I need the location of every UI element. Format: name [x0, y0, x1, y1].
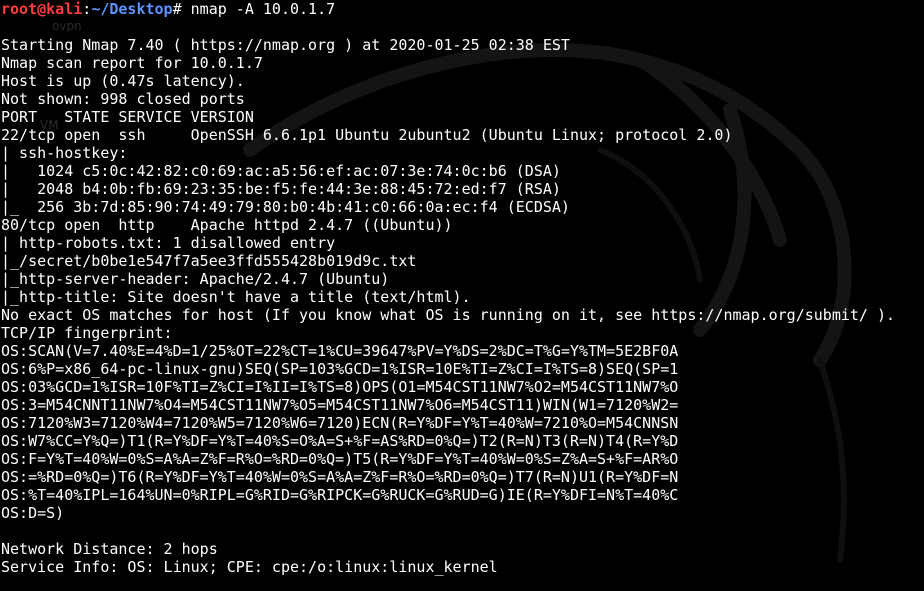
output-line: 22/tcp open ssh OpenSSH 6.6.1p1 Ubuntu 2… [1, 126, 733, 144]
output-line: Host is up (0.47s latency). [1, 72, 245, 90]
output-line: |_ 256 3b:7d:85:90:74:49:79:80:b0:4b:41:… [1, 198, 570, 216]
terminal-content[interactable]: root@kali:~/Desktop# nmap -A 10.0.1.7 St… [1, 0, 924, 576]
prompt-path: ~/Desktop [91, 0, 173, 18]
output-line: OS:D=S) [1, 504, 65, 522]
terminal-window[interactable]: ovpn VM root@kali:~/Desktop# nmap -A 10.… [0, 0, 924, 591]
output-line: OS:=%RD=0%Q=)T6(R=Y%DF=Y%T=40%W=0%S=A%A=… [1, 468, 679, 486]
output-line: OS:7120%W3=7120%W4=7120%W5=7120%W6=7120)… [1, 414, 679, 432]
output-line: OS:F=Y%T=40%W=0%S=A%A=Z%F=R%O=%RD=0%Q=)T… [1, 450, 679, 468]
output-line: | http-robots.txt: 1 disallowed entry [1, 234, 345, 252]
output-line: OS:%T=40%IPL=164%UN=0%RIPL=G%RID=G%RIPCK… [1, 486, 679, 504]
command-output: Starting Nmap 7.40 ( https://nmap.org ) … [1, 18, 924, 576]
command-text: nmap -A 10.0.1.7 [181, 0, 336, 18]
prompt-user-host: root@kali [1, 0, 83, 18]
output-line: TCP/IP fingerprint: [1, 324, 173, 342]
prompt-separator: : [82, 0, 92, 18]
prompt-line: root@kali:~/Desktop# nmap -A 10.0.1.7 [1, 0, 924, 18]
output-line: Starting Nmap 7.40 ( https://nmap.org ) … [1, 36, 570, 54]
output-line: OS:3=M54CNNT11NW7%O4=M54CST11NW7%O5=M54C… [1, 396, 679, 414]
output-line: OS:W7%CC=Y%Q=)T1(R=Y%DF=Y%T=40%S=O%A=S+%… [1, 432, 679, 450]
output-line: OS:SCAN(V=7.40%E=4%D=1/25%OT=22%CT=1%CU=… [1, 342, 679, 360]
output-line: Nmap scan report for 10.0.1.7 [1, 54, 263, 72]
output-line: | 1024 c5:0c:42:82:c0:69:ac:a5:56:ef:ac:… [1, 162, 561, 180]
output-line: OS:03%GCD=1%ISR=10F%TI=Z%CI=I%II=I%TS=8)… [1, 378, 679, 396]
output-line: Service Info: OS: Linux; CPE: cpe:/o:lin… [1, 558, 498, 576]
output-line: OS:6%P=x86_64-pc-linux-gnu)SEQ(SP=103%GC… [1, 360, 679, 378]
output-line: | 2048 b4:0b:fb:69:23:35:be:f5:fe:44:3e:… [1, 180, 561, 198]
output-line: |_http-title: Site doesn't have a title … [1, 288, 471, 306]
prompt-symbol: # [172, 0, 182, 18]
output-line: Not shown: 998 closed ports [1, 90, 245, 108]
output-line: |_/secret/b0be1e547f7a5ee3ffd555428b019d… [1, 252, 417, 270]
output-line: No exact OS matches for host (If you kno… [1, 306, 896, 324]
output-line: | ssh-hostkey: [1, 144, 137, 162]
output-line: Network Distance: 2 hops [1, 540, 218, 558]
output-line: 80/tcp open http Apache httpd 2.4.7 ((Ub… [1, 216, 453, 234]
output-line: |_http-server-header: Apache/2.4.7 (Ubun… [1, 270, 390, 288]
output-line: PORT STATE SERVICE VERSION [1, 108, 254, 126]
